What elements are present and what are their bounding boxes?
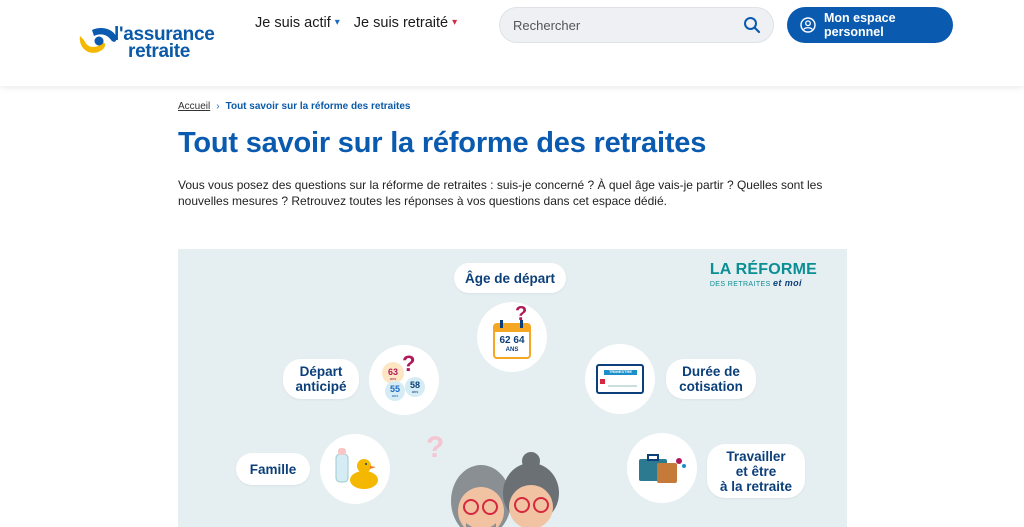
nav-item-retraite-label: Je suis retraité	[353, 15, 449, 31]
topic-depart-anticipe-label: Départ anticipé	[295, 364, 347, 394]
search-icon[interactable]	[743, 16, 761, 34]
topic-famille[interactable]: Famille	[236, 453, 310, 485]
retired-couple-illustration: ?	[426, 431, 559, 527]
search-input[interactable]	[500, 8, 740, 42]
topic-age-depart-label: Âge de départ	[464, 270, 556, 286]
topic-famille-label: Famille	[249, 461, 297, 477]
bubble-age-1-unit: ans	[389, 376, 397, 381]
quarter-card-label: TRIMESTRE	[608, 369, 633, 374]
svg-text:?: ?	[426, 431, 444, 464]
bubble-age-3-unit: ans	[411, 389, 419, 394]
main-nav: Je suis actif ▾ Je suis retraité ▾	[255, 15, 457, 31]
reform-illustration: LA RÉFORME DES RETRAITES et moi Âge de d…	[178, 249, 847, 527]
personal-space-button[interactable]: Mon espace personnel	[787, 7, 953, 43]
breadcrumb-home-link[interactable]: Accueil	[178, 101, 210, 112]
quarter-card-icon: TRIMESTRE	[585, 344, 655, 414]
topic-travailler-retraite-label: Travailler et être à la retraite	[719, 448, 793, 494]
topic-travailler-retraite[interactable]: Travailler et être à la retraite	[707, 444, 805, 498]
user-icon	[800, 17, 816, 33]
brand-et-moi: et moi	[773, 278, 802, 288]
brand-title: LA RÉFORME	[709, 261, 817, 278]
nav-item-retraite[interactable]: Je suis retraité ▾	[354, 15, 457, 31]
intro-paragraph: Vous vous posez des questions sur la réf…	[178, 178, 823, 208]
reform-brand-logo: LA RÉFORME DES RETRAITES et moi	[710, 261, 817, 288]
breadcrumb: Accueil › Tout savoir sur la réforme des…	[178, 101, 410, 112]
nav-item-actif[interactable]: Je suis actif ▾	[255, 15, 340, 31]
brand-subtitle: DES RETRAITES et moi	[710, 278, 817, 288]
chevron-down-icon: ▾	[452, 17, 458, 28]
bubble-age-2-unit: ans	[391, 393, 399, 398]
logo-text-line2: retraite	[128, 41, 191, 62]
topic-depart-anticipe[interactable]: Départ anticipé	[283, 359, 359, 399]
brand-subtitle-text: DES RETRAITES	[709, 281, 771, 288]
topic-duree-cotisation-label: Durée de cotisation	[679, 364, 743, 394]
baby-bottle-duck-icon	[320, 434, 390, 504]
chevron-right-icon: ›	[216, 101, 220, 112]
svg-text:?: ?	[402, 351, 415, 376]
site-header: l'assurance retraite Je suis actif ▾ Je …	[0, 0, 1024, 86]
calendar-numbers: 62 64	[499, 335, 525, 346]
site-logo[interactable]: l'assurance retraite	[76, 22, 236, 64]
breadcrumb-current: Tout savoir sur la réforme des retraites	[225, 101, 411, 112]
topic-age-depart[interactable]: Âge de départ	[454, 263, 566, 293]
personal-space-label: Mon espace personnel	[824, 11, 896, 39]
calendar-icon: ? 62 64 ANS	[477, 302, 547, 372]
chevron-down-icon: ▾	[334, 17, 340, 28]
nav-item-actif-label: Je suis actif	[255, 15, 331, 31]
calendar-unit: ANS	[505, 347, 519, 353]
search-bar	[499, 7, 774, 43]
topic-duree-cotisation[interactable]: Durée de cotisation	[666, 359, 756, 399]
svg-text:?: ?	[515, 303, 527, 325]
suitcase-icon	[627, 433, 697, 503]
age-bubbles-icon: ? 63 55 58 ans ans ans	[369, 345, 439, 415]
page-title: Tout savoir sur la réforme des retraites	[178, 127, 707, 159]
